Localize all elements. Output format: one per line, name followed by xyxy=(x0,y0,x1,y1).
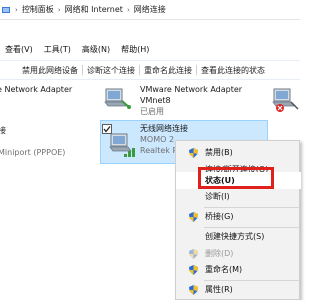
menu-item-label: 删除(D) xyxy=(205,249,234,258)
control-panel-icon xyxy=(1,5,11,15)
adapter-name: e Network Adapter xyxy=(0,85,73,94)
view-status-button[interactable]: 查看此连接的状态 xyxy=(201,65,265,76)
adapter-status: 已启用 xyxy=(140,107,164,116)
menu-view[interactable]: 查看(V) xyxy=(0,44,39,55)
rename-connection-button[interactable]: 重命名此连接 xyxy=(144,65,192,76)
menu-item-delete[interactable]: 删除(D) xyxy=(176,245,301,262)
command-separator xyxy=(82,65,83,75)
command-separator xyxy=(139,65,140,75)
menu-item-properties[interactable]: 属性(R) xyxy=(176,281,301,298)
menu-item-label: 属性(R) xyxy=(205,285,233,294)
menu-bar: 查看(V) 工具(T) 高级(N) 帮助(H) xyxy=(0,42,300,57)
adapter-item[interactable]: e Network Adapter xyxy=(0,84,72,95)
context-menu: 禁用(B) 连接/断开连接(O) 状态(U) 诊断(I) 桥接(G) 创建快捷方… xyxy=(175,140,301,300)
chevron-right-icon: › xyxy=(126,5,130,14)
uac-shield-icon xyxy=(189,212,198,224)
breadcrumb: › 控制面板 › 网络和 Internet › 网络连接 xyxy=(11,0,166,20)
highlight-annotation-box xyxy=(198,167,274,189)
menu-item-diagnose[interactable]: 诊断(I) xyxy=(176,188,301,205)
adapter-network: VMnet8 xyxy=(140,96,171,105)
adapter-name: 无线网络连接 xyxy=(140,124,188,133)
menu-item-create-shortcut[interactable]: 创建快捷方式(S) xyxy=(176,228,301,245)
command-separator xyxy=(196,65,197,75)
uac-shield-icon xyxy=(189,285,198,297)
breadcrumb-item-network-internet[interactable]: 网络和 Internet xyxy=(65,4,123,15)
menu-item-rename[interactable]: 重命名(M) xyxy=(176,261,301,278)
diagnose-connection-button[interactable]: 诊断这个连接 xyxy=(87,65,135,76)
menu-item-bridge[interactable]: 桥接(G) xyxy=(176,208,301,225)
network-adapter-icon xyxy=(102,85,132,113)
chevron-right-icon: › xyxy=(57,5,61,14)
menu-tools[interactable]: 工具(T) xyxy=(39,44,77,55)
menu-item-label: 桥接(G) xyxy=(205,212,234,221)
adapter-item[interactable]: VMware Network Adapter VMnet8 已启用 xyxy=(140,84,242,117)
breadcrumb-item-control-panel[interactable]: 控制面板 xyxy=(22,4,54,15)
address-bar[interactable]: › 控制面板 › 网络和 Internet › 网络连接 xyxy=(0,0,300,20)
disable-device-button[interactable]: 禁用此网络设备 xyxy=(22,65,78,76)
menu-item-disable[interactable]: 禁用(B) xyxy=(176,144,301,161)
menu-item-label: 创建快捷方式(S) xyxy=(205,232,265,241)
menu-item-label: 诊断(I) xyxy=(205,192,230,201)
uac-shield-icon xyxy=(189,148,198,160)
command-bar: 禁用此网络设备 诊断这个连接 重命名此连接 查看此连接的状态 xyxy=(0,60,300,80)
uac-shield-icon xyxy=(189,265,198,277)
menu-advanced[interactable]: 高级(N) xyxy=(77,44,116,55)
menu-item-label: 禁用(B) xyxy=(205,148,233,157)
network-adapter-disconnected-icon[interactable] xyxy=(270,85,300,115)
breadcrumb-item-network-connections[interactable]: 网络连接 xyxy=(134,4,166,15)
adapter-item[interactable]: 接 Miniport (PPPOE) xyxy=(0,125,65,158)
adapter-device: Miniport (PPPOE) xyxy=(0,148,66,157)
adapter-name: 接 xyxy=(0,126,6,135)
menu-item-label: 重命名(M) xyxy=(205,265,243,274)
chevron-right-icon: › xyxy=(15,5,18,14)
adapter-name: VMware Network Adapter xyxy=(140,85,243,94)
wireless-adapter-icon xyxy=(108,129,138,163)
uac-shield-icon xyxy=(189,249,198,261)
menu-help[interactable]: 帮助(H) xyxy=(116,44,155,55)
